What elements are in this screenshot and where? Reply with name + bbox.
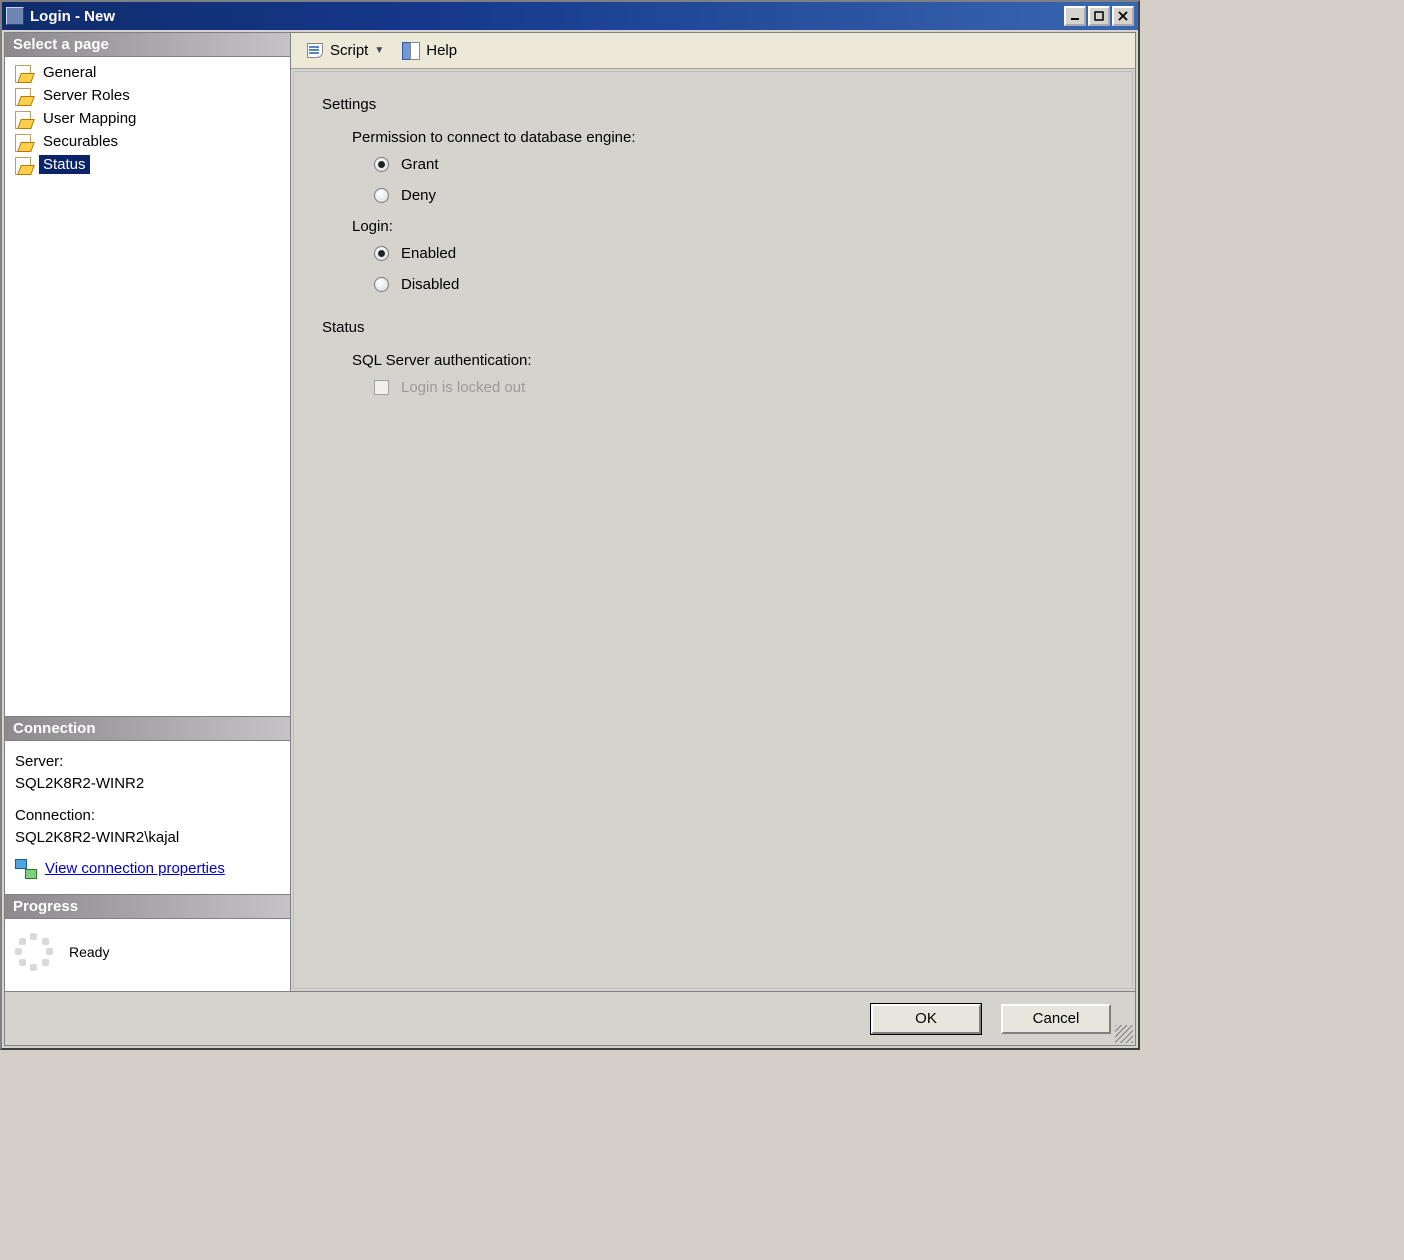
- permission-deny-label: Deny: [401, 187, 436, 204]
- login-new-window: Login - New Select a page General Server …: [0, 0, 1140, 1050]
- toolbar: Script ▼ Help: [291, 33, 1135, 69]
- connection-section: Connection Server: SQL2K8R2-WINR2 Connec…: [5, 716, 290, 894]
- login-disabled-label: Disabled: [401, 276, 459, 293]
- minimize-button[interactable]: [1064, 6, 1086, 26]
- nav-item-server-roles[interactable]: Server Roles: [5, 84, 290, 107]
- login-disabled-radio[interactable]: [374, 277, 389, 292]
- app-icon: [6, 7, 24, 25]
- server-value: SQL2K8R2-WINR2: [15, 773, 280, 795]
- nav-item-general[interactable]: General: [5, 61, 290, 84]
- resize-grip-icon[interactable]: [1115, 1025, 1133, 1043]
- main-panel: Script ▼ Help Settings Permission to con…: [291, 33, 1135, 991]
- page-nav-list: General Server Roles User Mapping Securable…: [5, 57, 290, 716]
- page-icon: [13, 133, 33, 151]
- help-label: Help: [426, 42, 457, 59]
- page-icon: [13, 64, 33, 82]
- login-label: Login:: [352, 218, 1104, 235]
- view-connection-properties-link[interactable]: View connection properties: [45, 858, 225, 880]
- help-icon: [402, 42, 420, 60]
- script-button[interactable]: Script ▼: [299, 39, 391, 63]
- connection-value: SQL2K8R2-WINR2\kajal: [15, 827, 280, 849]
- connection-header: Connection: [5, 717, 290, 741]
- nav-item-label: Securables: [39, 132, 122, 151]
- locked-out-label: Login is locked out: [401, 379, 525, 396]
- help-button[interactable]: Help: [395, 39, 464, 63]
- script-label: Script: [330, 42, 368, 59]
- login-enabled-row[interactable]: Enabled: [374, 245, 1104, 262]
- login-enabled-label: Enabled: [401, 245, 456, 262]
- locked-out-row: Login is locked out: [374, 379, 1104, 396]
- connection-label: Connection:: [15, 805, 280, 827]
- close-button[interactable]: [1112, 6, 1134, 26]
- permission-deny-radio[interactable]: [374, 188, 389, 203]
- left-panel: Select a page General Server Roles User Ma…: [5, 33, 291, 991]
- titlebar[interactable]: Login - New: [2, 2, 1138, 30]
- nav-item-label: Status: [39, 155, 90, 174]
- chevron-down-icon: ▼: [374, 45, 384, 56]
- network-icon: [15, 859, 37, 879]
- nav-item-status[interactable]: Status: [5, 153, 290, 176]
- permission-grant-radio[interactable]: [374, 157, 389, 172]
- nav-item-label: User Mapping: [39, 109, 140, 128]
- locked-out-checkbox: [374, 380, 389, 395]
- sql-auth-label: SQL Server authentication:: [352, 352, 1104, 369]
- permission-deny-row[interactable]: Deny: [374, 187, 1104, 204]
- dialog-button-bar: OK Cancel: [5, 991, 1135, 1045]
- page-icon: [13, 87, 33, 105]
- window-title: Login - New: [24, 8, 1064, 25]
- maximize-button[interactable]: [1088, 6, 1110, 26]
- permission-grant-row[interactable]: Grant: [374, 156, 1104, 173]
- nav-item-label: General: [39, 63, 100, 82]
- login-enabled-radio[interactable]: [374, 246, 389, 261]
- progress-section: Progress Ready: [5, 894, 290, 991]
- permission-grant-label: Grant: [401, 156, 439, 173]
- select-page-header: Select a page: [5, 33, 290, 57]
- script-icon: [306, 42, 324, 60]
- status-heading: Status: [322, 319, 1104, 336]
- progress-status: Ready: [69, 944, 109, 960]
- settings-heading: Settings: [322, 96, 1104, 113]
- page-icon: [13, 156, 33, 174]
- page-icon: [13, 110, 33, 128]
- server-label: Server:: [15, 751, 280, 773]
- login-disabled-row[interactable]: Disabled: [374, 276, 1104, 293]
- nav-item-securables[interactable]: Securables: [5, 130, 290, 153]
- progress-header: Progress: [5, 895, 290, 919]
- nav-item-label: Server Roles: [39, 86, 134, 105]
- cancel-button-label: Cancel: [1033, 1010, 1080, 1027]
- cancel-button[interactable]: Cancel: [1001, 1004, 1111, 1034]
- nav-item-user-mapping[interactable]: User Mapping: [5, 107, 290, 130]
- status-page-content: Settings Permission to connect to databa…: [293, 71, 1133, 989]
- progress-spinner-icon: [15, 933, 53, 971]
- ok-button[interactable]: OK: [871, 1004, 981, 1034]
- ok-button-label: OK: [915, 1010, 937, 1027]
- permission-label: Permission to connect to database engine…: [352, 129, 1104, 146]
